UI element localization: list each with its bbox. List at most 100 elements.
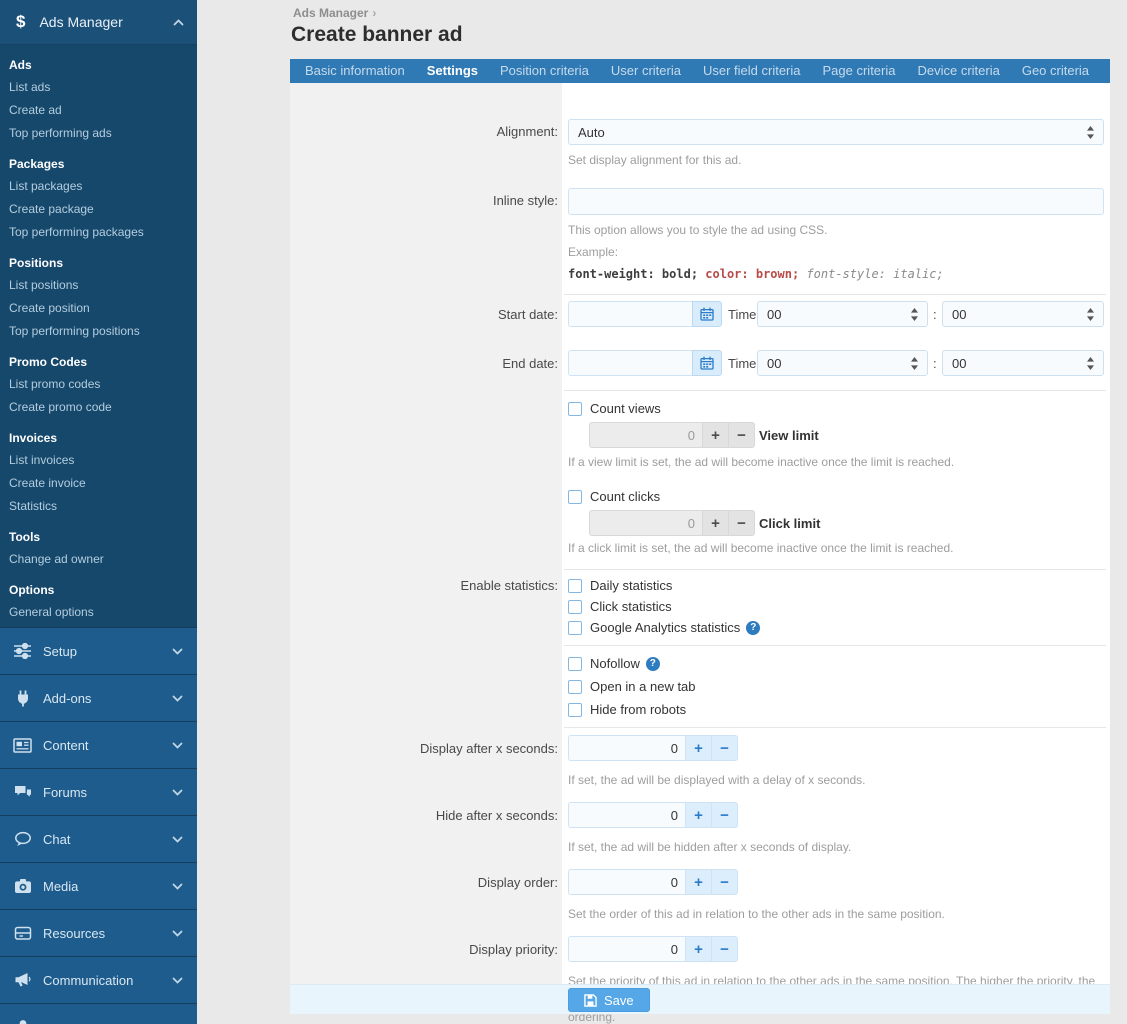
start-date-input[interactable]	[568, 301, 692, 327]
start-hours-value: 00	[767, 306, 782, 322]
breadcrumb-link[interactable]: Ads Manager	[293, 6, 368, 20]
inline-style-example-code: font-weight: bold; color: brown; font-st…	[568, 267, 944, 281]
click-limit-input[interactable]	[589, 510, 703, 536]
sidebar-group-resources[interactable]: Resources	[0, 909, 197, 956]
daily-statistics-row: Daily statistics	[568, 577, 672, 594]
hide-after-label: Hide after x seconds:	[435, 808, 558, 823]
tab-user-criteria[interactable]: User criteria	[600, 59, 692, 83]
sidebar-item-list-positions[interactable]: List positions	[9, 274, 189, 297]
display-order-help: Set the order of this ad in relation to …	[568, 907, 945, 921]
end-hours-select[interactable]: 00	[757, 350, 928, 376]
calendar-button[interactable]	[692, 350, 722, 376]
section-header-tools: Tools	[9, 530, 41, 544]
view-limit-unit-label: View limit	[759, 428, 819, 443]
google-analytics-row: Google Analytics statistics ?	[568, 619, 761, 636]
calendar-button[interactable]	[692, 301, 722, 327]
sidebar-group-setup[interactable]: Setup	[0, 627, 197, 674]
increment-button[interactable]: +	[685, 735, 712, 761]
sidebar-item-general-options[interactable]: General options	[9, 601, 189, 624]
sidebar-item-create-ad[interactable]: Create ad	[9, 99, 189, 122]
display-order-input[interactable]	[568, 869, 686, 895]
sidebar-group-add-ons[interactable]: Add-ons	[0, 674, 197, 721]
sidebar-item-list-promo-codes[interactable]: List promo codes	[9, 373, 189, 396]
increment-button[interactable]: +	[702, 422, 729, 448]
select-arrows-icon	[911, 307, 918, 321]
start-hours-select[interactable]: 00	[757, 301, 928, 327]
sidebar-item-list-packages[interactable]: List packages	[9, 175, 189, 198]
sidebar-menu: Ads List ads Create ad Top performing ad…	[0, 45, 197, 676]
sidebar-group-chat[interactable]: Chat	[0, 815, 197, 862]
hide-after-input[interactable]	[568, 802, 686, 828]
end-date-input[interactable]	[568, 350, 692, 376]
sidebar-group-forums[interactable]: Forums	[0, 768, 197, 815]
sidebar-item-statistics[interactable]: Statistics	[9, 495, 189, 518]
tab-page-criteria[interactable]: Page criteria	[812, 59, 907, 83]
alignment-select[interactable]: Auto	[568, 119, 1104, 145]
panel-footer: Save	[290, 984, 1110, 1014]
section-header-ads: Ads	[9, 58, 32, 72]
tab-geo-criteria[interactable]: Geo criteria	[1011, 59, 1100, 83]
click-statistics-checkbox[interactable]	[568, 599, 582, 614]
count-clicks-checkbox[interactable]	[568, 489, 582, 504]
decrement-button[interactable]: −	[728, 422, 755, 448]
sidebar-app-header[interactable]: $ Ads Manager	[0, 0, 197, 45]
tab-settings[interactable]: Settings	[416, 59, 489, 87]
tab-user-field-criteria[interactable]: User field criteria	[692, 59, 812, 83]
view-limit-input[interactable]	[589, 422, 703, 448]
enable-statistics-label: Enable statistics:	[460, 578, 558, 593]
sidebar-item-create-package[interactable]: Create package	[9, 198, 189, 221]
increment-button[interactable]: +	[685, 869, 712, 895]
increment-button[interactable]: +	[685, 802, 712, 828]
end-minutes-select[interactable]: 00	[942, 350, 1104, 376]
nofollow-label: Nofollow	[590, 656, 640, 671]
chat-bubble-icon	[13, 831, 32, 847]
sidebar-group-content[interactable]: Content	[0, 721, 197, 768]
tab-position-criteria[interactable]: Position criteria	[489, 59, 600, 83]
decrement-button[interactable]: −	[711, 936, 738, 962]
sidebar-item-top-performing-ads[interactable]: Top performing ads	[9, 122, 189, 145]
increment-button[interactable]: +	[702, 510, 729, 536]
sidebar-item-top-performing-positions[interactable]: Top performing positions	[9, 320, 189, 343]
breadcrumb[interactable]: Ads Manager ›	[293, 6, 376, 20]
decrement-button[interactable]: −	[728, 510, 755, 536]
save-button[interactable]: Save	[568, 988, 650, 1012]
sidebar-item-create-promo-code[interactable]: Create promo code	[9, 396, 189, 419]
nofollow-checkbox[interactable]	[568, 656, 582, 671]
hide-from-robots-label: Hide from robots	[590, 702, 687, 717]
sidebar-item-create-invoice[interactable]: Create invoice	[9, 472, 189, 495]
sidebar-group-media[interactable]: Media	[0, 862, 197, 909]
increment-button[interactable]: +	[685, 936, 712, 962]
help-icon[interactable]: ?	[645, 656, 660, 671]
display-after-spinner: + −	[568, 735, 738, 761]
tab-basic-information[interactable]: Basic information	[294, 59, 416, 83]
sidebar-group-communication[interactable]: Communication	[0, 956, 197, 1003]
decrement-button[interactable]: −	[711, 735, 738, 761]
section-header-positions: Positions	[9, 256, 64, 270]
display-priority-input[interactable]	[568, 936, 686, 962]
tab-device-criteria[interactable]: Device criteria	[906, 59, 1010, 83]
sidebar-group-partial[interactable]	[0, 1003, 197, 1024]
display-after-input[interactable]	[568, 735, 686, 761]
google-analytics-checkbox[interactable]	[568, 620, 582, 635]
sidebar-item-top-performing-packages[interactable]: Top performing packages	[9, 221, 189, 244]
help-icon[interactable]: ?	[746, 620, 761, 635]
divider	[564, 727, 1106, 728]
sidebar-item-create-position[interactable]: Create position	[9, 297, 189, 320]
decrement-button[interactable]: −	[711, 869, 738, 895]
sidebar-item-change-ad-owner[interactable]: Change ad owner	[9, 548, 189, 571]
sidebar: $ Ads Manager Ads List ads Create ad Top…	[0, 0, 197, 1024]
hide-from-robots-row: Hide from robots	[568, 701, 686, 718]
count-views-checkbox[interactable]	[568, 401, 582, 416]
click-statistics-row: Click statistics	[568, 598, 672, 615]
daily-statistics-checkbox[interactable]	[568, 578, 582, 593]
inline-style-input[interactable]	[568, 188, 1104, 215]
select-arrows-icon	[1087, 307, 1094, 321]
open-new-tab-checkbox[interactable]	[568, 679, 582, 694]
start-minutes-select[interactable]: 00	[942, 301, 1104, 327]
hide-from-robots-checkbox[interactable]	[568, 702, 582, 717]
section-header-packages: Packages	[9, 157, 65, 171]
sidebar-item-list-ads[interactable]: List ads	[9, 76, 189, 99]
tab-bar: Basic information Settings Position crit…	[290, 59, 1110, 87]
sidebar-item-list-invoices[interactable]: List invoices	[9, 449, 189, 472]
decrement-button[interactable]: −	[711, 802, 738, 828]
